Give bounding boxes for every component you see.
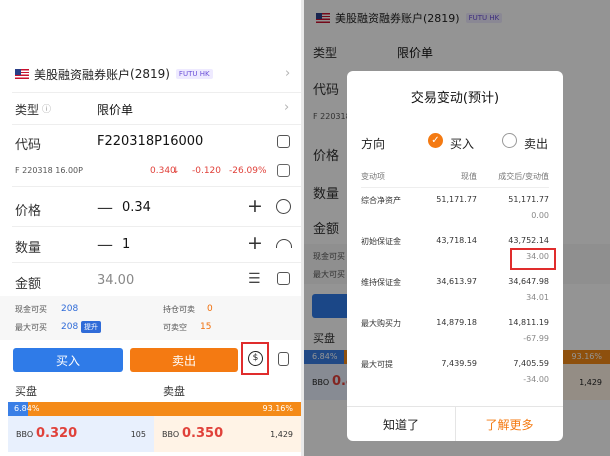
header-after: 成交后/变动值 bbox=[498, 172, 549, 181]
divider bbox=[12, 262, 301, 263]
sell-button[interactable]: 卖出 bbox=[130, 348, 238, 372]
boost-button[interactable]: 提升 bbox=[81, 321, 101, 333]
header-item: 变动项 bbox=[361, 172, 385, 181]
hold-sell-value: 0 bbox=[207, 304, 213, 314]
price-input[interactable]: 0.34 bbox=[122, 200, 151, 215]
row-after: 51,171.77 bbox=[508, 195, 549, 204]
bbo-label: BBO bbox=[16, 430, 34, 439]
row-current: 34,613.97 bbox=[436, 277, 477, 286]
ask-title: 卖盘 bbox=[163, 385, 185, 398]
broker-badge: FUTU HK bbox=[175, 69, 213, 79]
bid-pct: 6.84% bbox=[14, 404, 40, 413]
max-buy-label: 最大可买 bbox=[15, 323, 47, 332]
amount-value: 34.00 bbox=[97, 273, 135, 288]
account-selector[interactable]: 美股融资融券账户 (2819) FUTU HK › bbox=[15, 64, 301, 84]
position-list-icon[interactable] bbox=[277, 135, 290, 148]
right-trade-panel: 美股融资融券账户 (2819) FUTU HK 类型 限价单 代码 F 2203… bbox=[304, 0, 610, 456]
learn-more-button[interactable]: 了解更多 bbox=[456, 407, 563, 441]
ask-price[interactable]: 0.350 bbox=[182, 426, 223, 441]
divider bbox=[361, 187, 549, 188]
highlight-box bbox=[510, 248, 556, 270]
price-increment-button[interactable]: + bbox=[247, 195, 263, 217]
account-name: 美股融资融券账户 bbox=[34, 67, 131, 82]
order-type-value: 限价单 bbox=[97, 103, 134, 117]
bid-price[interactable]: 0.320 bbox=[36, 426, 77, 441]
hold-sell-label: 持仓可卖 bbox=[163, 305, 195, 314]
row-after: 34,647.98 bbox=[508, 277, 549, 286]
divider bbox=[12, 92, 301, 93]
code-input[interactable]: F220318P16000 bbox=[97, 134, 203, 149]
cash-buy-value: 208 bbox=[61, 304, 79, 314]
cash-buy-label: 现金可买 bbox=[15, 305, 47, 314]
chevron-right-icon: › bbox=[284, 100, 290, 115]
trade-change-modal: 交易变动(预计) 方向 ✓ 买入 卖出 变动项 现值 成交后/变动值 综合净资产… bbox=[347, 71, 563, 441]
divider bbox=[12, 186, 301, 187]
max-buy-value: 208 bbox=[61, 322, 79, 332]
row-name: 最大可提 bbox=[361, 360, 393, 369]
quote-change: -0.120 bbox=[192, 166, 222, 176]
qty-increment-button[interactable]: + bbox=[247, 232, 263, 254]
order-type-label: 类型 bbox=[15, 103, 40, 117]
chart-icon[interactable] bbox=[277, 164, 290, 177]
row-name: 维持保证金 bbox=[361, 278, 401, 287]
direction-label: 方向 bbox=[361, 137, 386, 151]
ask-size: 1,429 bbox=[270, 430, 293, 439]
bid-book-cell: BBO 0.320 105 bbox=[8, 416, 154, 452]
row-change: 34.01 bbox=[526, 293, 549, 302]
info-icon: ⓘ bbox=[42, 105, 52, 115]
buy-button[interactable]: 买入 bbox=[13, 348, 123, 372]
account-id: (2819) bbox=[130, 67, 170, 81]
quantity-input[interactable]: 1 bbox=[122, 237, 130, 252]
row-current: 14,879.18 bbox=[436, 318, 477, 327]
row-change: 0.00 bbox=[531, 211, 549, 220]
radio-checked-icon[interactable]: ✓ bbox=[428, 133, 443, 148]
bid-size: 105 bbox=[130, 430, 146, 439]
row-name: 初始保证金 bbox=[361, 237, 401, 246]
left-trade-panel: 美股融资融券账户 (2819) FUTU HK › 类型 ⓘ 限价单 › 代码 … bbox=[0, 0, 301, 456]
gauge-icon[interactable] bbox=[276, 239, 292, 248]
card-icon[interactable] bbox=[277, 272, 290, 285]
amount-label: 金额 bbox=[15, 277, 42, 292]
row-after: 43,752.14 bbox=[508, 236, 549, 245]
crosshair-icon[interactable] bbox=[276, 199, 291, 214]
row-after: 14,811.19 bbox=[508, 318, 549, 327]
bid-title: 买盘 bbox=[15, 385, 37, 398]
code-label: 代码 bbox=[15, 138, 42, 153]
sell-option[interactable]: 卖出 bbox=[524, 135, 548, 152]
ask-book-cell: BBO 0.350 1,429 bbox=[154, 416, 301, 452]
row-change: -34.00 bbox=[523, 375, 549, 384]
highlight-box bbox=[241, 342, 269, 375]
row-current: 7,439.59 bbox=[441, 359, 477, 368]
price-label: 价格 bbox=[15, 204, 42, 219]
quote-change-pct: -26.09% bbox=[229, 166, 267, 176]
row-current: 43,718.14 bbox=[436, 236, 477, 245]
divider bbox=[12, 226, 301, 227]
row-name: 最大购买力 bbox=[361, 319, 401, 328]
row-after: 7,405.59 bbox=[513, 359, 549, 368]
quote-name: F 220318 16.00P bbox=[15, 166, 83, 175]
chevron-right-icon: › bbox=[285, 66, 291, 81]
order-info-area bbox=[0, 296, 301, 340]
us-flag-icon bbox=[15, 69, 29, 79]
qty-decrement-button[interactable]: — bbox=[97, 235, 113, 254]
row-current: 51,171.77 bbox=[436, 195, 477, 204]
down-arrow-icon: ↓ bbox=[172, 166, 180, 176]
ok-button[interactable]: 知道了 bbox=[347, 407, 455, 441]
buy-option[interactable]: 买入 bbox=[450, 135, 474, 152]
settings-sliders-icon[interactable]: ☰ bbox=[248, 271, 261, 287]
header-current: 现值 bbox=[461, 172, 477, 181]
row-name: 综合净资产 bbox=[361, 196, 401, 205]
short-sell-value: 15 bbox=[200, 322, 212, 332]
order-list-icon[interactable] bbox=[278, 352, 289, 366]
row-change: -67.99 bbox=[523, 334, 549, 343]
quantity-label: 数量 bbox=[15, 241, 42, 256]
modal-title: 交易变动(预计) bbox=[410, 91, 500, 106]
ask-pct: 93.16% bbox=[262, 404, 293, 413]
bid-ask-ratio-bar: 6.84% 93.16% bbox=[8, 402, 301, 416]
short-sell-label: 可卖空 bbox=[163, 323, 187, 332]
radio-unchecked-icon[interactable] bbox=[502, 133, 517, 148]
bbo-label: BBO bbox=[162, 430, 180, 439]
divider bbox=[12, 124, 301, 125]
price-decrement-button[interactable]: — bbox=[97, 198, 113, 217]
